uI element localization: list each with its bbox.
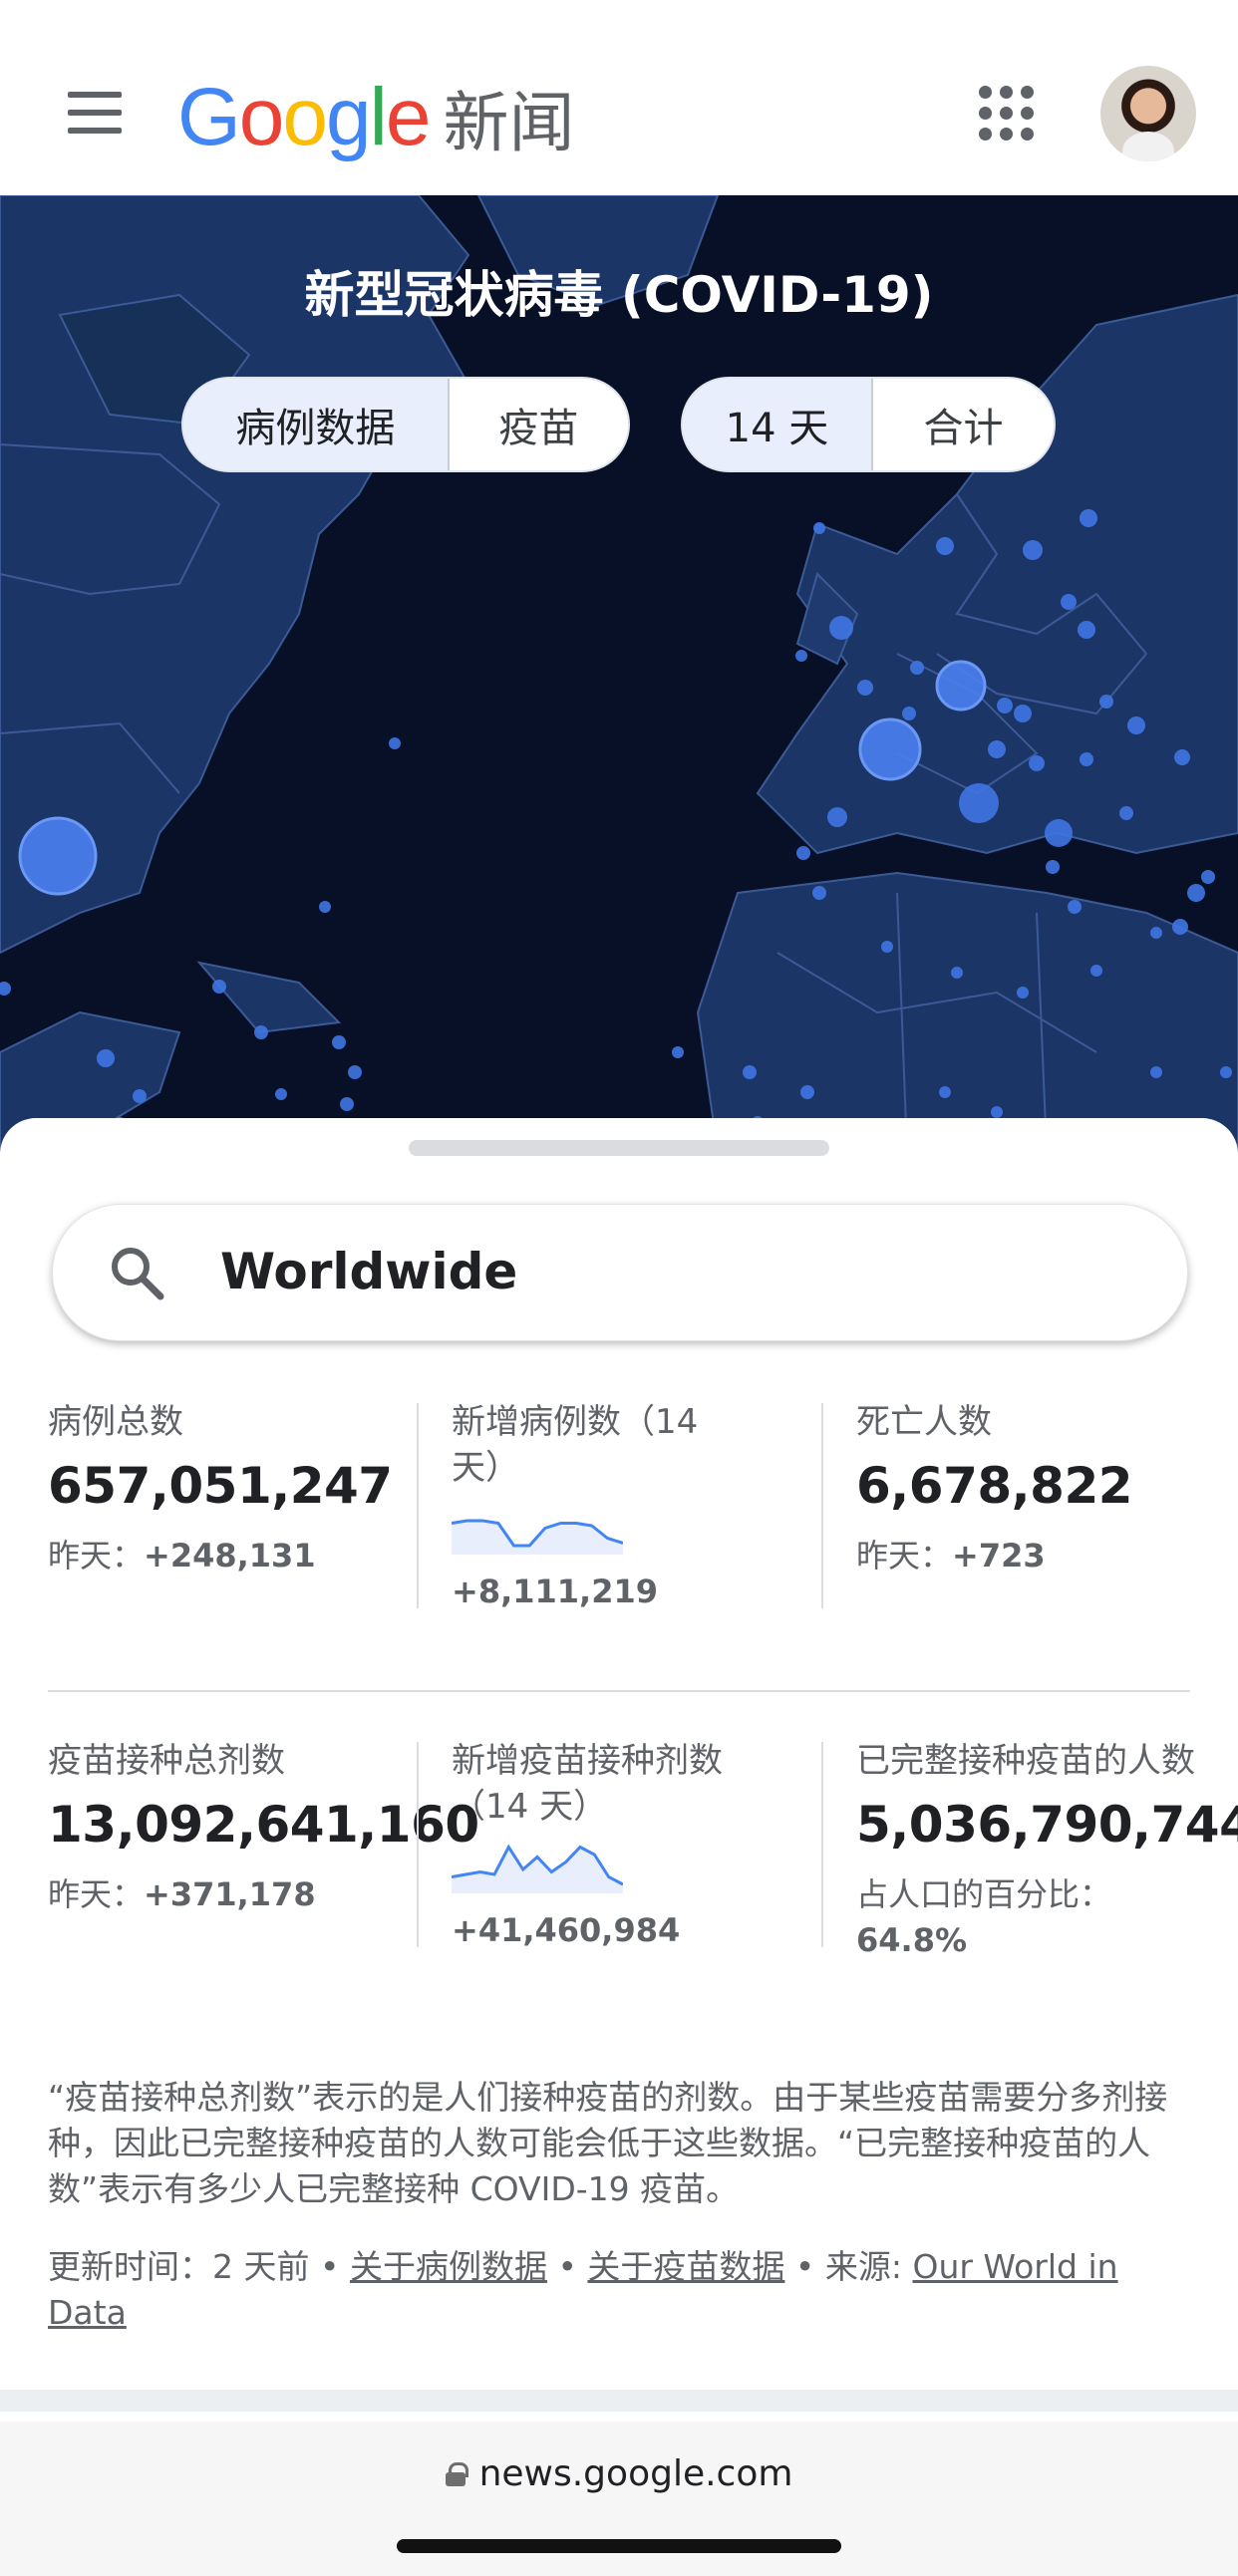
- stat-label: 新增疫苗接种剂数（14 天）: [452, 1741, 723, 1827]
- google-wordmark: Google: [177, 72, 431, 162]
- stat-total-doses: 疫苗接种总剂数 13,092,641,160 昨天：+371,178: [48, 1738, 479, 1917]
- sheet-drag-handle[interactable]: [409, 1140, 829, 1156]
- stat-label: 死亡人数: [856, 1402, 992, 1442]
- map-graphic: [0, 195, 1238, 1152]
- stat-sub-value: 64.8%: [856, 1921, 968, 1959]
- divider: [417, 1742, 419, 1947]
- separator: •: [546, 2247, 588, 2286]
- divider: [821, 1403, 823, 1608]
- lock-icon: [445, 2461, 468, 2486]
- stat-value: 5,036,790,744: [856, 1796, 1238, 1854]
- stat-value: 657,051,247: [48, 1457, 393, 1515]
- url-text: news.google.com: [478, 2453, 793, 2494]
- stat-sub: 昨天：+248,131: [48, 1533, 427, 1578]
- stat-new-cases: 新增病例数（14 天） +8,111,219: [452, 1399, 751, 1614]
- divider: [821, 1742, 823, 1947]
- account-avatar[interactable]: [1100, 66, 1196, 161]
- menu-icon[interactable]: [60, 86, 130, 138]
- stat-sub-value: +371,178: [144, 1875, 316, 1913]
- search-value: Worldwide: [220, 1243, 518, 1300]
- toggle-cases[interactable]: 病例数据: [183, 379, 448, 470]
- divider: [417, 1403, 419, 1608]
- stat-sub: 昨天：+723: [856, 1533, 1235, 1578]
- url-display[interactable]: news.google.com: [0, 2453, 1238, 2494]
- stat-new-doses: 新增疫苗接种剂数（14 天） +41,460,984: [452, 1738, 761, 1953]
- stat-total-cases: 病例总数 657,051,247 昨天：+248,131: [48, 1399, 427, 1578]
- stat-deaths: 死亡人数 6,678,822 昨天：+723: [856, 1399, 1235, 1578]
- home-indicator[interactable]: [397, 2539, 841, 2553]
- stats-sheet: Worldwide 病例总数 657,051,247 昨天：+248,131 新…: [0, 1118, 1238, 2394]
- stat-sub-value: +248,131: [144, 1537, 316, 1574]
- stat-value: 13,092,641,160: [48, 1796, 479, 1854]
- about-cases-link[interactable]: 关于病例数据: [350, 2247, 547, 2286]
- browser-address-bar[interactable]: news.google.com: [0, 2422, 1238, 2576]
- stat-label: 病例总数: [48, 1402, 183, 1442]
- stat-sub-label: 昨天：: [48, 1875, 145, 1913]
- covid-map[interactable]: 新型冠状病毒 (COVID-19) 病例数据 疫苗 14 天 合计: [0, 195, 1238, 1152]
- sparkline-area: [452, 1847, 623, 1893]
- google-news-logo[interactable]: Google 新闻: [177, 68, 574, 167]
- stat-sub-value: +41,460,984: [452, 1911, 681, 1949]
- update-meta: 更新时间：2 天前 • 关于病例数据 • 关于疫苗数据 • 来源: Our Wo…: [48, 2244, 1194, 2336]
- stat-sub: 昨天：+371,178: [48, 1871, 427, 1917]
- about-vaccines-link[interactable]: 关于疫苗数据: [587, 2247, 784, 2286]
- data-type-toggle: 病例数据 疫苗: [181, 377, 630, 472]
- vaccine-note: “疫苗接种总剂数”表示的是人们接种疫苗的剂数。由于某些疫苗需要分多剂接种，因此已…: [48, 2078, 1168, 2208]
- stat-sub-value: +723: [952, 1537, 1046, 1574]
- stat-label: 疫苗接种总剂数: [48, 1741, 285, 1781]
- separator: •: [309, 2247, 350, 2286]
- toggle-total[interactable]: 合计: [873, 379, 1054, 470]
- stat-value: 6,678,822: [856, 1457, 1133, 1515]
- map-title: 新型冠状病毒 (COVID-19): [304, 266, 934, 324]
- stat-fully-vaccinated: 已完整接种疫苗的人数 5,036,790,744 占人口的百分比： 64.8%: [856, 1738, 1238, 1963]
- stat-sub: +8,111,219: [452, 1569, 751, 1614]
- stat-sub: 占人口的百分比： 64.8%: [856, 1871, 1215, 1963]
- section-gap: [0, 2390, 1238, 2412]
- stat-label: 新增病例数（14 天）: [452, 1402, 699, 1488]
- location-search-input[interactable]: Worldwide: [52, 1204, 1188, 1341]
- app-bar: Google 新闻: [0, 0, 1238, 195]
- updated-time: 更新时间：2 天前: [48, 2247, 310, 2286]
- logo-suffix: 新闻: [443, 85, 575, 161]
- search-icon: [112, 1248, 164, 1300]
- stat-sub: +41,460,984: [452, 1907, 761, 1953]
- stat-sub-value: +8,111,219: [452, 1573, 658, 1610]
- apps-grid-icon[interactable]: [977, 84, 1037, 143]
- section-divider: [48, 1690, 1190, 1692]
- new-doses-sparkline: [452, 1844, 623, 1893]
- stat-sub-label: 昨天：: [856, 1537, 953, 1574]
- toggle-vaccines[interactable]: 疫苗: [450, 379, 628, 470]
- source-label: 来源:: [824, 2247, 913, 2286]
- stat-sub-label: 占人口的百分比：: [856, 1875, 1112, 1913]
- new-cases-sparkline: [452, 1519, 623, 1555]
- toggle-14-days[interactable]: 14 天: [683, 379, 871, 470]
- separator: •: [784, 2247, 825, 2286]
- stat-sub-label: 昨天：: [48, 1537, 145, 1574]
- time-range-toggle: 14 天 合计: [681, 377, 1056, 472]
- stat-label: 已完整接种疫苗的人数: [856, 1741, 1195, 1781]
